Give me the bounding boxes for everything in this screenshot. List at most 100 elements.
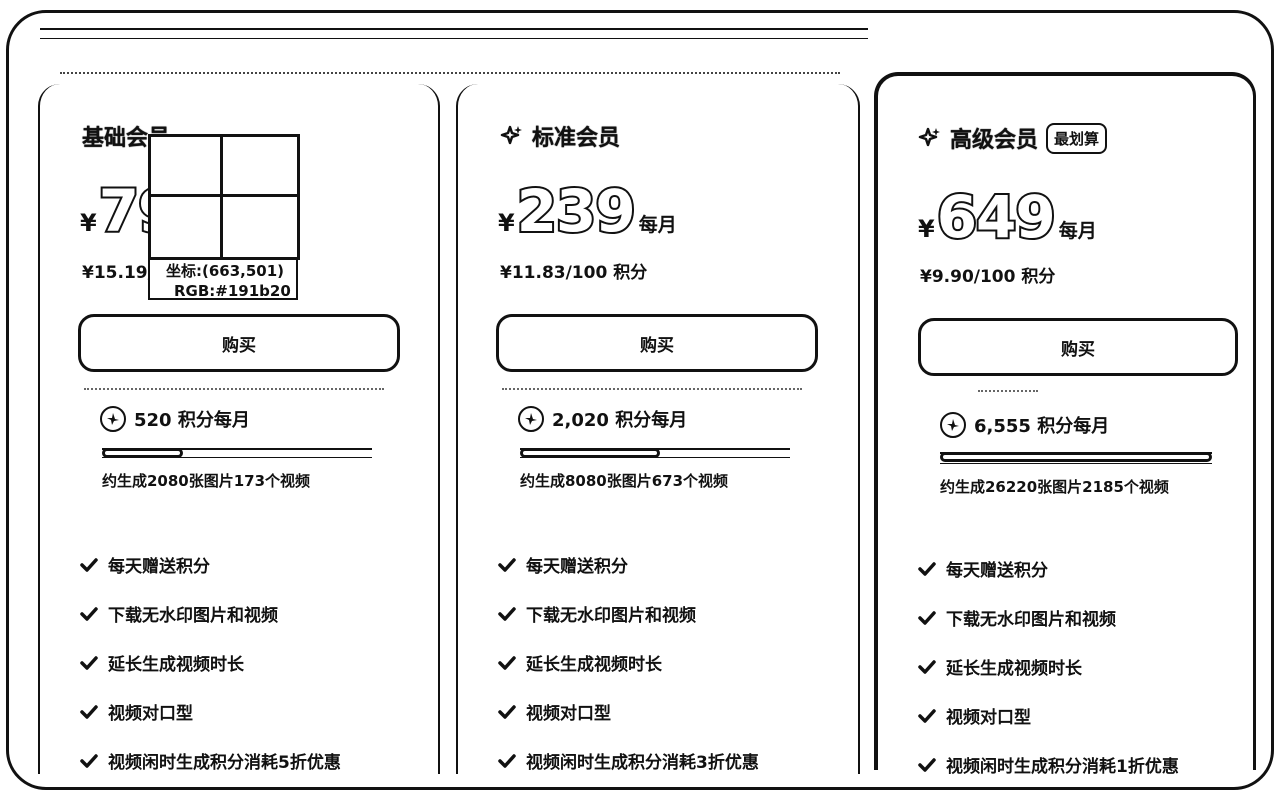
- feature-item: 视频对口型: [498, 687, 759, 736]
- feature-item: 下载无水印图片和视频: [918, 593, 1179, 642]
- feature-text: 延长生成视频时长: [526, 655, 662, 675]
- feature-text: 每天赠送积分: [946, 561, 1048, 581]
- credit-coin-icon: [940, 412, 966, 438]
- credit-coin-icon: [518, 406, 544, 432]
- plan-card-premium: 高级会员 最划算 ¥ 649 每月 ¥9.90/100 积分 购买 6,555 …: [874, 72, 1256, 777]
- generation-estimate: 约生成8080张图片673个视频: [520, 472, 729, 490]
- feature-list: 每天赠送积分 下载无水印图片和视频 延长生成视频时长 视频对口型 视频闲时生成积…: [918, 544, 1179, 789]
- feature-text: 视频闲时生成积分消耗3折优惠: [526, 753, 759, 773]
- feature-item: 视频对口型: [918, 691, 1179, 740]
- price-amount: 649: [935, 183, 1058, 251]
- feature-text: 视频闲时生成积分消耗1折优惠: [946, 757, 1179, 777]
- check-icon: [918, 708, 936, 723]
- feature-text: 视频对口型: [526, 704, 611, 724]
- feature-text: 下载无水印图片和视频: [108, 606, 278, 626]
- sparkle-icon: [918, 127, 940, 147]
- feature-text: 延长生成视频时长: [108, 655, 244, 675]
- price-amount: 239: [515, 177, 638, 245]
- buy-button[interactable]: 购买: [918, 318, 1238, 376]
- feature-item: 延长生成视频时长: [918, 642, 1179, 691]
- feature-item: 视频闲时生成积分消耗5折优惠: [80, 736, 341, 785]
- feature-text: 每天赠送积分: [108, 557, 210, 577]
- feature-text: 视频对口型: [108, 704, 193, 724]
- divider: [40, 38, 868, 39]
- buy-button[interactable]: 购买: [496, 314, 818, 372]
- buy-button[interactable]: 购买: [78, 314, 400, 372]
- check-icon: [498, 753, 516, 768]
- feature-item: 视频闲时生成积分消耗3折优惠: [498, 736, 759, 785]
- credits-progress-fill: [520, 448, 661, 458]
- currency-symbol: ¥: [498, 209, 515, 237]
- divider: [60, 72, 840, 74]
- feature-item: 下载无水印图片和视频: [80, 589, 341, 638]
- credits-progress-fill: [102, 448, 183, 458]
- check-icon: [80, 655, 98, 670]
- magnifier-cell: [148, 194, 224, 260]
- feature-item: 延长生成视频时长: [80, 638, 341, 687]
- feature-text: 下载无水印图片和视频: [526, 606, 696, 626]
- divider: [84, 388, 384, 390]
- price-per-credit: ¥9.90/100 积分: [920, 267, 1056, 287]
- plan-card-standard: 标准会员 ¥ 239 每月 ¥11.83/100 积分 购买 2,020 积分每…: [456, 84, 860, 774]
- plan-title: 高级会员 最划算: [918, 122, 1108, 154]
- currency-symbol: ¥: [918, 215, 935, 243]
- feature-item: 下载无水印图片和视频: [498, 589, 759, 638]
- credits-progress-bar: [940, 452, 1212, 464]
- credits-progress-bar: [520, 448, 790, 458]
- plan-title: 标准会员: [500, 120, 620, 152]
- feature-text: 延长生成视频时长: [946, 659, 1082, 679]
- price-period: 每月: [1058, 220, 1097, 242]
- credits-per-month: 520 积分每月: [134, 410, 250, 431]
- divider: [978, 390, 1038, 392]
- credits-row: 2,020 积分每月: [518, 406, 687, 432]
- sparkle-icon: [500, 125, 522, 145]
- price-per-credit: ¥11.83/100 积分: [500, 263, 648, 283]
- price: ¥ 239 每月: [498, 177, 677, 245]
- check-icon: [918, 757, 936, 772]
- credits-row: 6,555 积分每月: [940, 412, 1109, 438]
- feature-item: 每天赠送积分: [918, 544, 1179, 593]
- pixel-rgb: RGB:#191b20: [174, 282, 291, 300]
- check-icon: [918, 659, 936, 674]
- check-icon: [80, 606, 98, 621]
- feature-item: 每天赠送积分: [498, 540, 759, 589]
- check-icon: [80, 557, 98, 572]
- feature-list: 每天赠送积分 下载无水印图片和视频 延长生成视频时长 视频对口型 视频闲时生成积…: [498, 540, 759, 785]
- generation-estimate: 约生成26220张图片2185个视频: [940, 478, 1169, 496]
- credit-coin-icon: [100, 406, 126, 432]
- credits-row: 520 积分每月: [100, 406, 250, 432]
- magnifier-cell: [220, 134, 300, 198]
- check-icon: [498, 704, 516, 719]
- price: ¥ 649 每月: [918, 183, 1097, 251]
- magnifier-cell: [148, 134, 224, 198]
- divider: [502, 388, 802, 390]
- feature-text: 下载无水印图片和视频: [946, 610, 1116, 630]
- feature-item: 每天赠送积分: [80, 540, 341, 589]
- best-value-badge: 最划算: [1046, 122, 1108, 154]
- credits-progress-bar: [102, 448, 372, 458]
- check-icon: [498, 557, 516, 572]
- check-icon: [918, 610, 936, 625]
- check-icon: [918, 561, 936, 576]
- color-picker-tooltip: 坐标:(663,501) RGB:#191b20: [148, 134, 300, 300]
- pixel-coordinate: 坐标:(663,501): [166, 262, 285, 280]
- credits-progress-fill: [940, 452, 1212, 462]
- plan-title-text: 标准会员: [532, 126, 621, 151]
- feature-list: 每天赠送积分 下载无水印图片和视频 延长生成视频时长 视频对口型 视频闲时生成积…: [80, 540, 341, 785]
- check-icon: [498, 606, 516, 621]
- credits-per-month: 6,555 积分每月: [974, 416, 1110, 437]
- feature-text: 视频对口型: [946, 708, 1031, 728]
- check-icon: [498, 655, 516, 670]
- divider: [40, 28, 868, 30]
- feature-item: 视频对口型: [80, 687, 341, 736]
- check-icon: [80, 753, 98, 768]
- check-icon: [80, 704, 98, 719]
- credits-per-month: 2,020 积分每月: [552, 410, 688, 431]
- feature-item: 延长生成视频时长: [498, 638, 759, 687]
- price-period: 每月: [638, 214, 677, 236]
- currency-symbol: ¥: [80, 209, 97, 237]
- feature-text: 视频闲时生成积分消耗5折优惠: [108, 753, 341, 773]
- magnifier-cell: [220, 194, 300, 260]
- feature-text: 每天赠送积分: [526, 557, 628, 577]
- feature-item: 视频闲时生成积分消耗1折优惠: [918, 740, 1179, 789]
